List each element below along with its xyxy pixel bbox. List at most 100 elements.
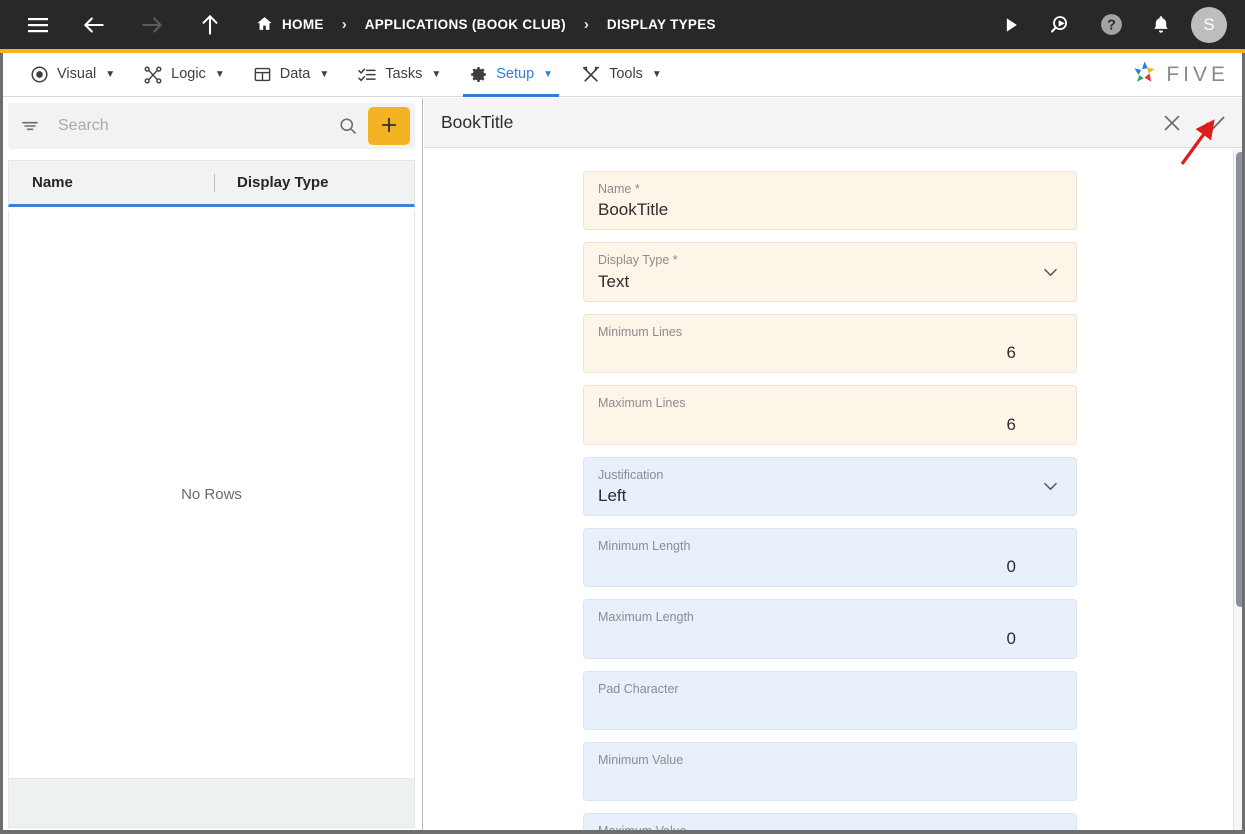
field-label: Name *: [598, 182, 640, 196]
chevron-down-icon: ▼: [214, 69, 225, 80]
save-button[interactable]: [1203, 111, 1227, 135]
menu-item-setup[interactable]: Setup ▼: [455, 53, 567, 97]
filter-icon[interactable]: [8, 116, 52, 136]
notifications-bell-icon[interactable]: [1141, 5, 1181, 45]
minimum-value-field[interactable]: Minimum Value: [583, 742, 1077, 802]
display-type-field[interactable]: Display Type * Text: [583, 242, 1077, 302]
chevron-down-icon: ▼: [431, 69, 442, 80]
window-edge-left: [0, 53, 3, 834]
menu-item-label: Setup: [496, 66, 535, 83]
form-panel: BookTitle Name * BookTitle Display Type …: [424, 98, 1245, 834]
chevron-down-icon: ▼: [319, 69, 330, 80]
brand-logo: FIVE: [1131, 59, 1229, 91]
breadcrumb-separator: ›: [341, 16, 347, 33]
field-label: Justification: [598, 467, 664, 482]
pad-character-field[interactable]: Pad Character: [583, 670, 1077, 730]
field-value[interactable]: 0: [598, 555, 1062, 578]
close-button[interactable]: [1161, 112, 1183, 134]
five-star-icon: [1131, 59, 1158, 91]
help-icon[interactable]: ?: [1091, 5, 1131, 45]
breadcrumb-separator: ›: [583, 16, 589, 33]
window-edge-bottom: [0, 830, 1245, 834]
menu-item-logic[interactable]: Logic ▼: [129, 53, 239, 97]
column-header-name[interactable]: Name: [9, 174, 214, 191]
chevron-down-icon: ▼: [543, 69, 554, 80]
field-value[interactable]: [598, 769, 1062, 792]
brand-name: FIVE: [1166, 62, 1229, 86]
top-bar-left: HOME › APPLICATIONS (BOOK CLUB) › DISPLA…: [0, 0, 720, 49]
menu-item-tools[interactable]: Tools ▼: [567, 53, 676, 97]
checklist-icon: [357, 65, 377, 85]
form-header-actions: [1161, 111, 1245, 135]
plus-icon: [379, 115, 399, 138]
chevron-down-icon[interactable]: [1041, 263, 1060, 282]
chevron-down-icon: ▼: [651, 69, 662, 80]
field-value[interactable]: Text: [598, 270, 1062, 293]
arrow-right-icon: [132, 5, 172, 45]
form-fields: Name * BookTitle Display Type * Text Min…: [583, 171, 1077, 834]
field-label: Maximum Lines: [598, 396, 686, 411]
form-body: Name * BookTitle Display Type * Text Min…: [424, 149, 1245, 834]
avatar[interactable]: S: [1191, 6, 1227, 43]
minimum-lines-field[interactable]: Minimum Lines 6: [583, 313, 1077, 374]
top-bar-actions: ? S: [991, 5, 1245, 45]
field-label: Maximum Length: [598, 610, 694, 625]
field-value[interactable]: 0: [598, 627, 1062, 650]
gear-icon: [469, 65, 488, 84]
field-value[interactable]: 6: [598, 413, 1062, 436]
search-icon[interactable]: [328, 116, 368, 136]
add-button[interactable]: [368, 107, 410, 145]
menu-item-label: Data: [279, 66, 311, 83]
home-icon: [256, 15, 273, 35]
menu-item-label: Tasks: [385, 66, 423, 83]
name-field[interactable]: Name * BookTitle: [583, 171, 1077, 231]
svg-text:?: ?: [1107, 18, 1116, 34]
menu-bar: Visual ▼ Logic ▼ Data ▼ Tasks ▼ Setup ▼ …: [0, 53, 1245, 97]
field-value[interactable]: BookTitle: [598, 198, 1062, 221]
chevron-down-icon[interactable]: [1041, 477, 1060, 496]
top-bar: HOME › APPLICATIONS (BOOK CLUB) › DISPLA…: [0, 0, 1245, 53]
breadcrumb-item-home[interactable]: HOME: [252, 15, 328, 35]
menu-item-data[interactable]: Data ▼: [239, 53, 344, 97]
maximum-lines-field[interactable]: Maximum Lines 6: [583, 385, 1077, 445]
justification-field[interactable]: Justification Left: [583, 456, 1077, 516]
menu-item-label: Visual: [57, 66, 97, 83]
chevron-down-icon: ▼: [105, 69, 116, 80]
table-icon: [253, 65, 272, 84]
grid-header-row: Name Display Type: [8, 160, 415, 207]
empty-state-message: No Rows: [181, 485, 242, 503]
maximum-length-field[interactable]: Maximum Length 0: [583, 599, 1077, 659]
field-label: Minimum Lines: [598, 324, 683, 339]
field-label: Display Type *: [598, 253, 678, 268]
menu-item-label: Logic: [171, 66, 206, 83]
breadcrumb-item-applications[interactable]: APPLICATIONS (BOOK CLUB): [361, 17, 570, 32]
hamburger-icon[interactable]: [18, 5, 58, 45]
arrow-up-icon[interactable]: [190, 5, 230, 45]
grid-body: No Rows: [8, 210, 415, 778]
menu-item-tasks[interactable]: Tasks ▼: [343, 53, 455, 97]
breadcrumb-item-display-types[interactable]: DISPLAY TYPES: [603, 17, 720, 32]
minimum-length-field[interactable]: Minimum Length 0: [583, 527, 1077, 588]
sidebar-panel: Name Display Type No Rows: [0, 98, 423, 834]
breadcrumb-label: DISPLAY TYPES: [606, 17, 716, 32]
eye-icon: [30, 65, 49, 84]
form-header: BookTitle: [424, 98, 1245, 148]
wrench-screwdriver-icon: [581, 65, 601, 85]
search-input[interactable]: [52, 117, 328, 135]
field-value[interactable]: [598, 698, 1062, 721]
page-title: BookTitle: [441, 112, 514, 132]
search-run-icon[interactable]: [1041, 5, 1081, 45]
search-bar: [8, 103, 415, 149]
field-label: Minimum Value: [598, 753, 684, 767]
field-label: Pad Character: [598, 681, 679, 696]
column-header-display-type[interactable]: Display Type: [215, 174, 328, 191]
breadcrumb-label: HOME: [282, 17, 324, 32]
field-value[interactable]: Left: [598, 484, 1062, 507]
arrow-left-icon[interactable]: [74, 5, 114, 45]
menu-item-label: Tools: [609, 66, 643, 83]
menu-item-visual[interactable]: Visual ▼: [16, 53, 129, 97]
field-value[interactable]: 6: [598, 341, 1062, 364]
run-icon[interactable]: [991, 5, 1031, 45]
logic-nodes-icon: [143, 65, 163, 85]
breadcrumb-label: APPLICATIONS (BOOK CLUB): [364, 17, 566, 32]
